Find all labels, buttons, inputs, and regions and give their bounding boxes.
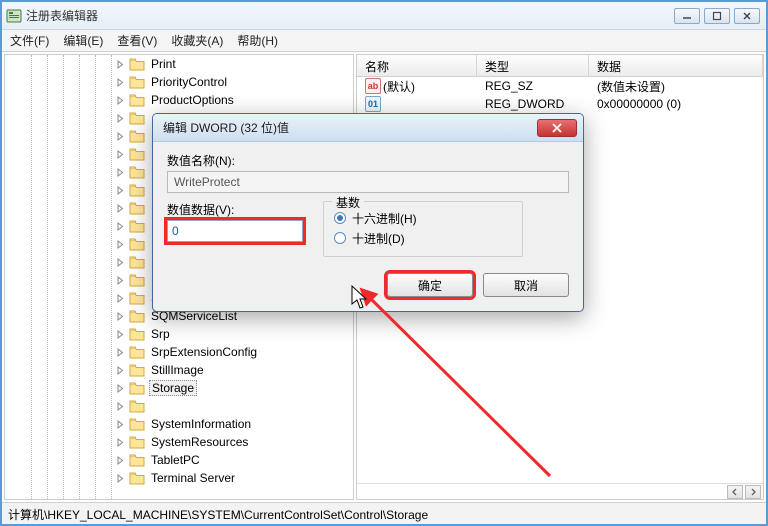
expander-icon[interactable] [115, 239, 125, 249]
tree-item[interactable]: ProductOptions [5, 91, 353, 109]
value-type-icon: 01 [365, 96, 381, 112]
radix-dec-option[interactable]: 十进制(D) [334, 228, 512, 248]
expander-icon[interactable] [115, 401, 125, 411]
ok-button-label: 确定 [418, 277, 442, 294]
ok-button[interactable]: 确定 [387, 273, 473, 297]
window-title: 注册表编辑器 [26, 7, 98, 24]
expander-icon[interactable] [115, 275, 125, 285]
cancel-button[interactable]: 取消 [483, 273, 569, 297]
tree-item-label: ProductOptions [149, 93, 236, 107]
value-data-input[interactable] [167, 220, 303, 242]
value-type-icon: ab [365, 78, 381, 94]
expander-icon[interactable] [115, 59, 125, 69]
value-name: (默认) [383, 78, 415, 95]
tree-item[interactable] [5, 397, 353, 415]
expander-icon[interactable] [115, 383, 125, 393]
expander-icon[interactable] [115, 329, 125, 339]
col-data[interactable]: 数据 [589, 55, 763, 76]
radix-group: 基数 十六进制(H) 十进制(D) [323, 201, 523, 257]
expander-icon[interactable] [115, 257, 125, 267]
tree-item[interactable]: Storage [5, 379, 353, 397]
tree-item[interactable]: SystemInformation [5, 415, 353, 433]
tree-item[interactable]: Terminal Server [5, 469, 353, 487]
tree-item[interactable]: SystemResources [5, 433, 353, 451]
tree-item-label: Srp [149, 327, 172, 341]
value-type: REG_SZ [485, 79, 533, 93]
list-header: 名称 类型 数据 [357, 55, 763, 77]
statusbar: 计算机\HKEY_LOCAL_MACHINE\SYSTEM\CurrentCon… [2, 502, 766, 524]
tree-item[interactable]: Print [5, 55, 353, 73]
tree-item[interactable]: StillImage [5, 361, 353, 379]
menu-help[interactable]: 帮助(H) [237, 32, 278, 49]
expander-icon[interactable] [115, 149, 125, 159]
scroll-left-icon[interactable] [727, 485, 743, 499]
expander-icon[interactable] [115, 203, 125, 213]
tree-item-label: StillImage [149, 363, 206, 377]
expander-icon[interactable] [115, 365, 125, 375]
close-button[interactable] [734, 8, 760, 24]
value-name-field: WriteProtect [167, 171, 569, 193]
minimize-button[interactable] [674, 8, 700, 24]
tree-item-label: SystemInformation [149, 417, 253, 431]
tree-item-label: Storage [149, 380, 197, 396]
expander-icon[interactable] [115, 293, 125, 303]
expander-icon[interactable] [115, 437, 125, 447]
tree-item[interactable]: Srp [5, 325, 353, 343]
col-name[interactable]: 名称 [357, 55, 477, 76]
menu-view[interactable]: 查看(V) [117, 32, 157, 49]
expander-icon[interactable] [115, 311, 125, 321]
radix-hex-option[interactable]: 十六进制(H) [334, 208, 512, 228]
expander-icon[interactable] [115, 113, 125, 123]
radix-legend: 基数 [332, 194, 364, 211]
tree-item-label: SrpExtensionConfig [149, 345, 259, 359]
expander-icon[interactable] [115, 473, 125, 483]
menu-edit[interactable]: 编辑(E) [63, 32, 103, 49]
expander-icon[interactable] [115, 167, 125, 177]
cancel-button-label: 取消 [514, 277, 538, 294]
value-type: REG_DWORD [485, 97, 564, 111]
horizontal-scrollbar[interactable] [357, 483, 763, 499]
radix-hex-label: 十六进制(H) [352, 210, 417, 227]
tree-item-label: Terminal Server [149, 471, 237, 485]
dialog-titlebar[interactable]: 编辑 DWORD (32 位)值 [153, 114, 583, 142]
value-data: (数值未设置) [597, 80, 665, 94]
menu-file[interactable]: 文件(F) [10, 32, 49, 49]
radix-dec-label: 十进制(D) [352, 230, 405, 247]
list-row[interactable]: 01 REG_DWORD 0x00000000 (0) [357, 95, 763, 113]
value-data: 0x00000000 (0) [597, 97, 681, 111]
tree-item-label: Print [149, 57, 178, 71]
radio-icon [334, 212, 346, 224]
expander-icon[interactable] [115, 455, 125, 465]
tree-item-label: SystemResources [149, 435, 250, 449]
col-type[interactable]: 类型 [477, 55, 589, 76]
scroll-right-icon[interactable] [745, 485, 761, 499]
value-name-label: 数值名称(N): [167, 152, 569, 169]
dialog-title: 编辑 DWORD (32 位)值 [163, 119, 289, 136]
maximize-button[interactable] [704, 8, 730, 24]
expander-icon[interactable] [115, 77, 125, 87]
list-row[interactable]: ab(默认) REG_SZ (数值未设置) [357, 77, 763, 95]
expander-icon[interactable] [115, 95, 125, 105]
regedit-icon [6, 8, 22, 24]
expander-icon[interactable] [115, 221, 125, 231]
cursor-icon [350, 284, 370, 310]
tree-item-label: PriorityControl [149, 75, 229, 89]
dialog-close-button[interactable] [537, 119, 577, 137]
expander-icon[interactable] [115, 347, 125, 357]
value-data-label: 数值数据(V): [167, 201, 303, 218]
tree-item-label: TabletPC [149, 453, 202, 467]
tree-item[interactable]: PriorityControl [5, 73, 353, 91]
titlebar: 注册表编辑器 [2, 2, 766, 30]
radio-icon [334, 232, 346, 244]
expander-icon[interactable] [115, 131, 125, 141]
menubar: 文件(F) 编辑(E) 查看(V) 收藏夹(A) 帮助(H) [2, 30, 766, 52]
edit-dword-dialog: 编辑 DWORD (32 位)值 数值名称(N): WriteProtect 数… [152, 113, 584, 312]
status-path: 计算机\HKEY_LOCAL_MACHINE\SYSTEM\CurrentCon… [8, 508, 428, 522]
tree-item[interactable]: SrpExtensionConfig [5, 343, 353, 361]
tree-item[interactable]: TabletPC [5, 451, 353, 469]
expander-icon[interactable] [115, 419, 125, 429]
menu-fav[interactable]: 收藏夹(A) [171, 32, 223, 49]
expander-icon[interactable] [115, 185, 125, 195]
